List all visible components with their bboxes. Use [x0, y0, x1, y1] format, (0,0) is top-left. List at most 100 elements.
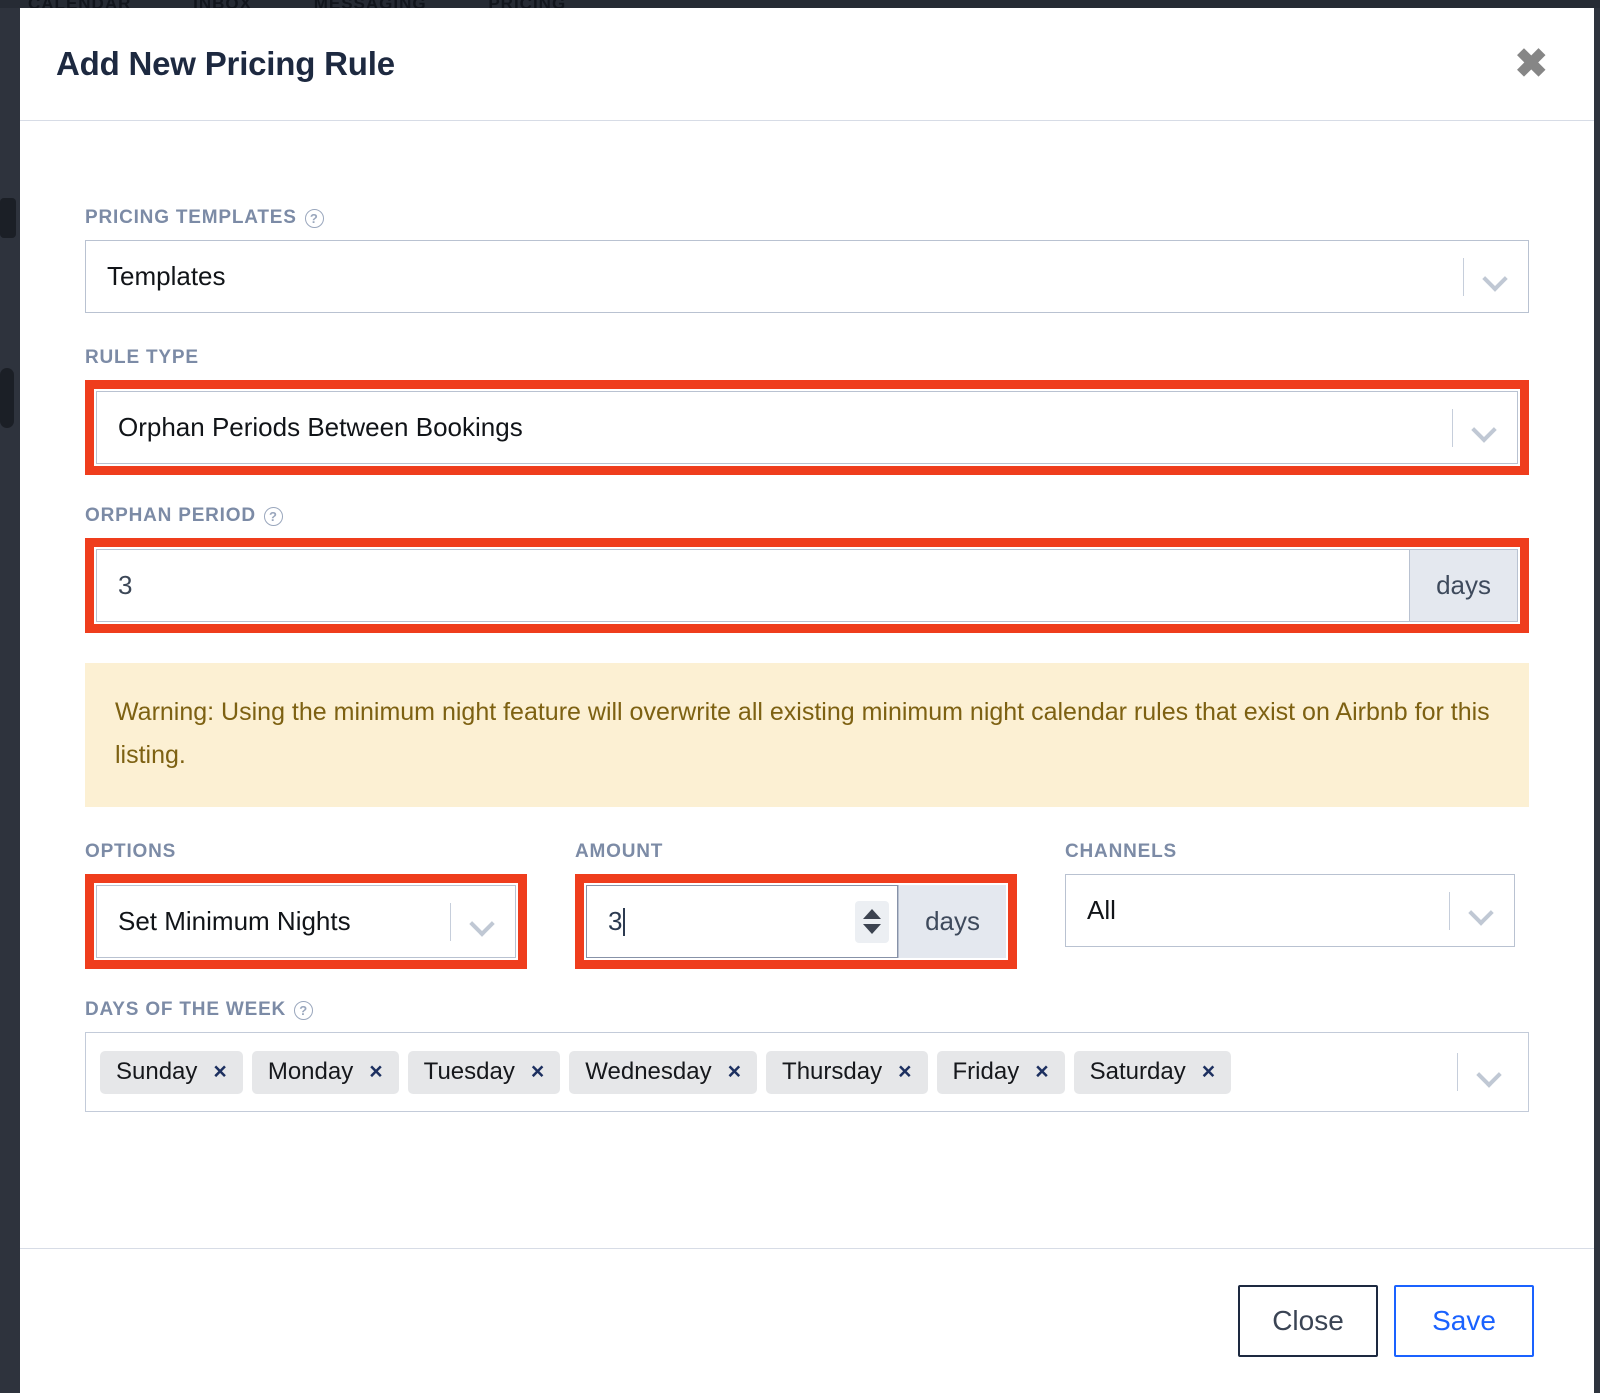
orphan-period-label: ORPHAN PERIOD ? [85, 505, 1529, 527]
chevron-glyph [1478, 1066, 1500, 1079]
background-navbar: CALENDAR INBOX MESSAGING PRICING [0, 0, 1600, 8]
remove-day-icon[interactable]: × [898, 1060, 911, 1083]
background-nav-item-messaging: MESSAGING [286, 0, 455, 8]
amount-value: 3 [608, 906, 623, 936]
chevron-glyph [1473, 421, 1495, 434]
rule-type-highlight-box: Orphan Periods Between Bookings [85, 380, 1529, 475]
remove-day-icon[interactable]: × [1202, 1060, 1215, 1083]
amount-highlight-box: 3 days [575, 874, 1017, 969]
chevron-down-icon[interactable] [450, 886, 515, 957]
day-chip-label: Thursday [782, 1057, 883, 1085]
field-pricing-templates: PRICING TEMPLATES ? Templates [85, 207, 1529, 313]
chevron-glyph [1470, 904, 1492, 917]
background-blob [0, 368, 14, 428]
modal-footer: Close Save [20, 1248, 1594, 1393]
remove-day-icon[interactable]: × [1035, 1060, 1048, 1083]
field-options: OPTIONS Set Minimum Nights [85, 841, 575, 969]
options-value: Set Minimum Nights [118, 906, 351, 936]
spinner-up-arrow[interactable] [863, 909, 882, 919]
field-channels: CHANNELS All [1065, 841, 1515, 947]
background-nav-item-calendar: CALENDAR [0, 0, 159, 8]
label-text: DAYS OF THE WEEK [85, 999, 287, 1020]
amount-input[interactable]: 3 [587, 886, 855, 957]
label-text: CHANNELS [1065, 841, 1177, 862]
close-button[interactable]: Close [1238, 1285, 1378, 1357]
modal-header: Add New Pricing Rule ✖ [20, 8, 1594, 121]
channels-select[interactable]: All [1065, 874, 1515, 947]
day-chip-label: Sunday [116, 1057, 198, 1085]
channels-label: CHANNELS [1065, 841, 1515, 863]
options-label: OPTIONS [85, 841, 575, 863]
add-pricing-rule-modal: Add New Pricing Rule ✖ PRICING TEMPLATES… [20, 8, 1594, 1393]
close-icon[interactable]: ✖ [1504, 40, 1558, 88]
select-separator [1449, 891, 1450, 930]
amount-input-shell[interactable]: 3 [586, 885, 899, 958]
day-chip[interactable]: Tuesday × [407, 1050, 561, 1094]
amount-unit: days [898, 885, 1006, 958]
day-chip-label: Tuesday [423, 1057, 515, 1085]
channels-value: All [1087, 895, 1116, 925]
field-amount: AMOUNT 3 days [575, 841, 1065, 969]
field-orphan-period: ORPHAN PERIOD ? 3 days [85, 505, 1529, 633]
help-icon[interactable]: ? [304, 208, 324, 228]
day-chip-label: Saturday [1089, 1057, 1186, 1085]
label-text: OPTIONS [85, 841, 177, 862]
chevron-glyph [1484, 270, 1506, 283]
remove-day-icon[interactable]: × [728, 1060, 741, 1083]
amount-input-group[interactable]: 3 days [586, 885, 1006, 958]
chevron-down-icon[interactable] [1463, 241, 1528, 312]
day-chip[interactable]: Friday × [936, 1050, 1065, 1094]
day-chip-label: Friday [952, 1057, 1020, 1085]
select-separator [450, 902, 451, 941]
day-chip[interactable]: Saturday × [1073, 1050, 1232, 1094]
save-button[interactable]: Save [1394, 1285, 1534, 1357]
modal-body: PRICING TEMPLATES ? Templates RULE TYPE … [20, 121, 1594, 1248]
select-separator [1463, 257, 1464, 296]
text-caret [623, 907, 626, 936]
label-text: AMOUNT [575, 841, 664, 862]
help-icon[interactable]: ? [263, 506, 283, 526]
field-days-of-week: DAYS OF THE WEEK ? Sunday × Monday × Tuesday… [85, 999, 1529, 1112]
day-chip[interactable]: Sunday × [100, 1050, 243, 1094]
days-of-week-chip-list: Sunday × Monday × Tuesday × Wednesday × Thursday… [100, 1050, 1457, 1094]
remove-day-icon[interactable]: × [369, 1060, 382, 1083]
chevron-down-icon[interactable] [1457, 1053, 1522, 1091]
day-chip[interactable]: Monday × [251, 1050, 399, 1094]
day-chip-label: Monday [267, 1057, 354, 1085]
field-rule-type: RULE TYPE Orphan Periods Between Booking… [85, 347, 1529, 475]
page-title: Add New Pricing Rule [56, 45, 395, 82]
rule-type-select[interactable]: Orphan Periods Between Bookings [96, 391, 1518, 464]
days-of-week-multiselect[interactable]: Sunday × Monday × Tuesday × Wednesday × Thursday… [85, 1032, 1529, 1112]
day-chip-label: Wednesday [585, 1057, 712, 1085]
help-icon[interactable]: ? [294, 1000, 314, 1020]
chevron-glyph [471, 915, 493, 928]
background-nav-item-inbox: INBOX [165, 0, 280, 8]
options-highlight-box: Set Minimum Nights [85, 874, 527, 969]
orphan-period-input-group[interactable]: 3 days [96, 549, 1518, 622]
remove-day-icon[interactable]: × [213, 1060, 226, 1083]
day-chip[interactable]: Thursday × [766, 1050, 928, 1094]
options-amount-channels-row: OPTIONS Set Minimum Nights AMOUNT 3 days… [85, 841, 1529, 969]
label-text: ORPHAN PERIOD [85, 505, 256, 526]
orphan-period-highlight-box: 3 days [85, 538, 1529, 633]
select-separator [1452, 408, 1453, 447]
pricing-templates-select[interactable]: Templates [85, 240, 1529, 313]
chevron-down-icon[interactable] [1449, 875, 1514, 946]
orphan-period-unit: days [1409, 550, 1517, 621]
rule-type-value: Orphan Periods Between Bookings [118, 412, 523, 442]
background-blob [0, 198, 16, 238]
options-select[interactable]: Set Minimum Nights [96, 885, 516, 958]
remove-day-icon[interactable]: × [531, 1060, 544, 1083]
spinner-down-arrow[interactable] [863, 924, 882, 934]
orphan-period-input[interactable]: 3 [97, 570, 1409, 601]
label-text: PRICING TEMPLATES [85, 207, 297, 228]
number-spinner-icon[interactable] [855, 900, 890, 943]
chevron-down-icon[interactable] [1452, 392, 1517, 463]
days-of-week-label: DAYS OF THE WEEK ? [85, 999, 1529, 1021]
day-chip[interactable]: Wednesday × [569, 1050, 758, 1094]
